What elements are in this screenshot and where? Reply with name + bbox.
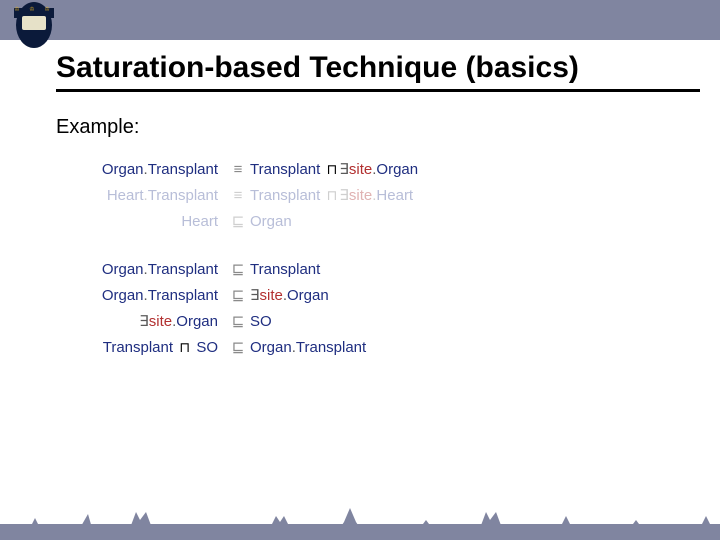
- header-bar: [0, 0, 720, 40]
- operator-equiv: ≡: [226, 161, 250, 178]
- concept: Organ: [376, 161, 418, 178]
- concept: Heart: [107, 187, 144, 204]
- concept: Organ: [102, 261, 144, 278]
- axiom-row: Organ.Transplant ⊑ ∃site.Organ: [56, 286, 680, 312]
- concept: Organ: [102, 161, 144, 178]
- concept: Transplant: [148, 261, 218, 278]
- university-crest: ♔ ♔ ♔: [14, 2, 54, 50]
- concept: Organ: [250, 213, 292, 230]
- operator-sub: ⊑: [226, 260, 250, 278]
- concept: Transplant: [148, 161, 218, 178]
- concept: Transplant: [103, 339, 173, 356]
- role: site: [149, 313, 172, 330]
- axiom-row: Organ.Transplant ≡ Transplant ⊓∃site.Org…: [56, 160, 680, 186]
- operator-sub: ⊑: [226, 286, 250, 304]
- footer-band: [0, 524, 720, 540]
- operator-sqcap: ⊓: [324, 161, 339, 178]
- operator-sqcap: ⊓: [177, 339, 192, 356]
- concept: Organ: [287, 287, 329, 304]
- axiom-group-1: Organ.Transplant ≡ Transplant ⊓∃site.Org…: [56, 160, 680, 238]
- axiom-row: Heart.Transplant ≡ Transplant ⊓∃site.Hea…: [56, 186, 680, 212]
- axiom-row: Heart ⊑ Organ: [56, 212, 680, 238]
- concept: SO: [196, 339, 218, 356]
- concept: Organ: [102, 287, 144, 304]
- concept: Transplant: [148, 187, 218, 204]
- operator-exists: ∃: [339, 161, 348, 178]
- concept: Organ: [176, 313, 218, 330]
- example-label: Example:: [56, 116, 139, 139]
- operator-exists: ∃: [139, 313, 148, 330]
- concept: Transplant: [250, 187, 320, 204]
- axiom-row: Transplant ⊓ SO ⊑ Organ.Transplant: [56, 338, 680, 364]
- operator-equiv: ≡: [226, 187, 250, 204]
- role: site: [349, 187, 372, 204]
- operator-sqcap: ⊓: [324, 187, 339, 204]
- slide-title: Saturation-based Technique (basics): [56, 51, 579, 85]
- concept: SO: [250, 313, 272, 330]
- concept: Transplant: [148, 287, 218, 304]
- operator-exists: ∃: [339, 187, 348, 204]
- operator-sub: ⊑: [226, 212, 250, 230]
- concept: Heart: [181, 213, 218, 230]
- axiom-row: Organ.Transplant ⊑ Transplant: [56, 260, 680, 286]
- concept: Transplant: [250, 261, 320, 278]
- concept: Organ: [250, 339, 292, 356]
- axiom-group-2: Organ.Transplant ⊑ Transplant Organ.Tran…: [56, 260, 680, 364]
- formula-block: Organ.Transplant ≡ Transplant ⊓∃site.Org…: [56, 160, 680, 386]
- title-bar: Saturation-based Technique (basics): [56, 46, 700, 92]
- concept: Transplant: [250, 161, 320, 178]
- operator-sub: ⊑: [226, 338, 250, 356]
- role: site: [349, 161, 372, 178]
- concept: Heart: [376, 187, 413, 204]
- axiom-row: ∃site.Organ ⊑ SO: [56, 312, 680, 338]
- concept: Transplant: [296, 339, 366, 356]
- footer: [0, 498, 720, 540]
- operator-sub: ⊑: [226, 312, 250, 330]
- role: site: [259, 287, 282, 304]
